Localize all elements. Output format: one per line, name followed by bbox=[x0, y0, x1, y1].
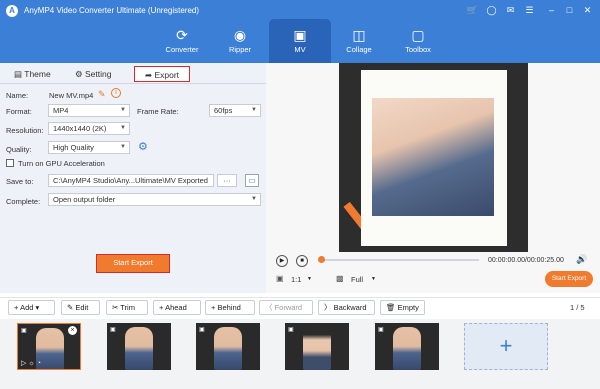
mv-icon: ▣ bbox=[293, 27, 307, 43]
name-value: New MV.mp4 bbox=[49, 91, 94, 100]
tab-setting[interactable]: ⚙ Setting bbox=[75, 66, 111, 82]
clip-thumbnail[interactable]: ▣ × ▷ ☼ ◔ bbox=[17, 323, 81, 370]
play-icon[interactable]: ▶ bbox=[276, 255, 288, 267]
image-icon: ▣ bbox=[288, 327, 294, 333]
format-select[interactable]: MP4 ▼ bbox=[48, 104, 130, 117]
tab-export[interactable]: ➦ Export bbox=[134, 66, 190, 82]
feedback-icon[interactable]: ✉ bbox=[504, 4, 517, 17]
framerate-select[interactable]: 60fps ▼ bbox=[209, 104, 261, 117]
maximize-icon[interactable]: □ bbox=[563, 4, 576, 17]
clip-thumbnail[interactable]: ▣ bbox=[196, 323, 260, 370]
chevron-down-icon: ▼ bbox=[120, 144, 126, 150]
converter-icon: ⟳ bbox=[176, 27, 188, 43]
trim-button[interactable]: ✂ Trim bbox=[106, 300, 148, 315]
add-button[interactable]: + Add ▾ bbox=[8, 300, 55, 315]
clip-thumbnail[interactable]: ▣ bbox=[107, 323, 171, 370]
toolbox-icon: ▢ bbox=[411, 27, 425, 43]
close-icon[interactable]: ✕ bbox=[581, 4, 594, 17]
info-icon[interactable]: i bbox=[111, 88, 121, 98]
browse-button[interactable]: ··· bbox=[217, 174, 237, 187]
chevron-down-icon: ▼ bbox=[371, 276, 376, 282]
saveto-path[interactable]: C:\AnyMP4 Studio\Any...Ultimate\MV Expor… bbox=[48, 174, 214, 187]
theme-icon: ▤ bbox=[14, 69, 25, 79]
tab-theme[interactable]: ▤ Theme bbox=[14, 66, 51, 82]
menu-icon[interactable]: ☰ bbox=[523, 4, 536, 17]
play-icon[interactable]: ▷ ☼ ◔ bbox=[21, 359, 41, 367]
clip-image bbox=[393, 327, 421, 370]
gear-icon[interactable]: ⚙ bbox=[138, 140, 148, 153]
chevron-down-icon: ▼ bbox=[307, 276, 312, 282]
forward-icon: 〈 bbox=[265, 303, 275, 312]
image-icon: ▣ bbox=[21, 328, 27, 334]
gpu-checkbox[interactable] bbox=[6, 159, 14, 167]
divider bbox=[0, 83, 266, 84]
window-title: AnyMP4 Video Converter Ultimate (Unregis… bbox=[24, 6, 200, 15]
empty-button[interactable]: 🗑 Empty bbox=[380, 300, 425, 315]
page-indicator: 1 / 5 bbox=[570, 303, 585, 312]
clip-thumbnail[interactable]: ▣ bbox=[375, 323, 439, 370]
complete-label: Complete: bbox=[6, 197, 41, 206]
tab-ripper[interactable]: ◉ Ripper bbox=[209, 19, 271, 63]
minimize-icon[interactable]: – bbox=[545, 4, 558, 17]
start-export-button-player[interactable]: Start Export bbox=[545, 271, 593, 287]
tab-mv[interactable]: ▣ MV bbox=[269, 19, 331, 63]
chevron-down-icon: ▼ bbox=[251, 196, 257, 202]
ahead-button[interactable]: + Ahead bbox=[153, 300, 201, 315]
progress-handle[interactable] bbox=[318, 256, 325, 263]
format-label: Format: bbox=[6, 107, 32, 116]
monitor-icon: ▩ bbox=[336, 274, 344, 283]
chevron-down-icon: ▼ bbox=[120, 107, 126, 113]
close-icon[interactable]: × bbox=[68, 326, 77, 335]
backward-button[interactable]: 〉 Backward bbox=[318, 300, 375, 315]
cart-icon[interactable]: 🛒 bbox=[466, 4, 479, 17]
stop-icon[interactable]: ■ bbox=[296, 255, 308, 267]
rename-icon[interactable]: ✎ bbox=[98, 89, 106, 100]
clip-thumbnail[interactable]: ▣ bbox=[285, 323, 349, 370]
folder-icon[interactable]: ▭ bbox=[245, 174, 259, 187]
framerate-label: Frame Rate: bbox=[137, 107, 179, 116]
ripper-icon: ◉ bbox=[233, 27, 247, 43]
tab-collage[interactable]: ◫ Collage bbox=[328, 19, 390, 63]
preview-photo bbox=[372, 98, 494, 216]
quality-label: Quality: bbox=[6, 145, 32, 154]
gpu-label: Turn on GPU Acceleration bbox=[18, 159, 105, 168]
progress-track[interactable] bbox=[319, 259, 479, 261]
image-icon: ▣ bbox=[378, 327, 384, 333]
volume-icon[interactable]: 🔊 bbox=[576, 254, 587, 265]
quality-select[interactable]: High Quality ▼ bbox=[48, 141, 130, 154]
image-icon: ▣ bbox=[199, 327, 205, 333]
ratio-icon: ▣ bbox=[276, 274, 284, 283]
plus-icon: + bbox=[499, 333, 513, 358]
app-logo: A bbox=[6, 5, 18, 17]
chevron-down-icon: ▼ bbox=[251, 107, 257, 113]
backward-icon: 〉 bbox=[324, 303, 334, 312]
tab-toolbox[interactable]: ▢ Toolbox bbox=[387, 19, 449, 63]
image-icon: ▣ bbox=[110, 327, 116, 333]
behind-button[interactable]: + Behind bbox=[205, 300, 255, 315]
saveto-label: Save to: bbox=[6, 177, 34, 186]
chevron-down-icon: ▼ bbox=[120, 125, 126, 131]
time-readout: 00:00:00.00/00:00:25.00 bbox=[488, 257, 564, 264]
edit-button[interactable]: ✎ Edit bbox=[61, 300, 100, 315]
chevron-down-icon: ▾ bbox=[33, 303, 40, 312]
tab-converter[interactable]: ⟳ Converter bbox=[151, 19, 213, 63]
user-icon[interactable]: ◯ bbox=[485, 4, 498, 17]
add-clip-button[interactable]: + bbox=[464, 323, 548, 370]
forward-button[interactable]: 〈 Forward bbox=[259, 300, 313, 315]
clip-image bbox=[214, 327, 242, 370]
ratio-select[interactable]: 1:1 bbox=[291, 275, 301, 284]
resolution-label: Resolution: bbox=[6, 126, 44, 135]
clip-image bbox=[303, 327, 331, 370]
complete-select[interactable]: Open output folder ▼ bbox=[48, 193, 261, 206]
start-export-button[interactable]: Start Export bbox=[96, 254, 170, 273]
setting-icon: ⚙ bbox=[75, 69, 85, 79]
clip-image bbox=[125, 327, 153, 370]
view-select[interactable]: Full bbox=[351, 275, 363, 284]
resolution-select[interactable]: 1440x1440 (2K) ▼ bbox=[48, 122, 130, 135]
scissors-icon: ✂ bbox=[112, 303, 121, 312]
collage-icon: ◫ bbox=[352, 27, 366, 43]
trash-icon: 🗑 bbox=[386, 303, 398, 312]
name-label: Name: bbox=[6, 91, 29, 100]
